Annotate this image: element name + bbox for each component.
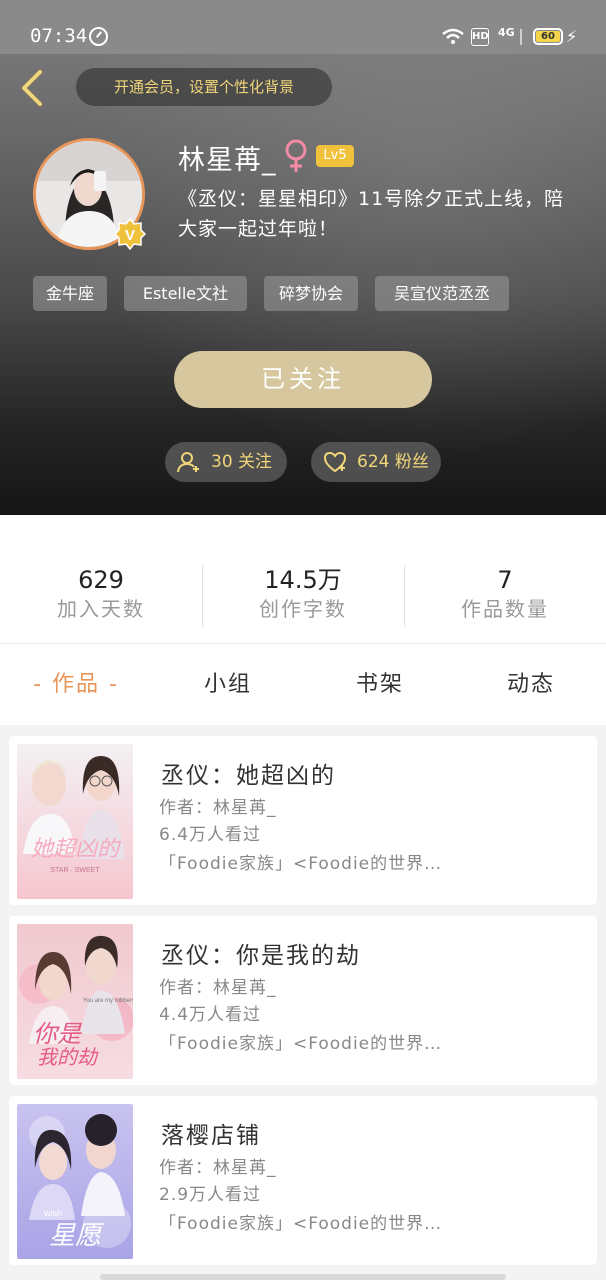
stat-label: 作品数量 (461, 597, 549, 621)
fans-button[interactable]: 624 粉丝 (311, 442, 441, 482)
user-bio: 《丞仪：星星相印》11号除夕正式上线，陪大家一起过年啦！ (178, 188, 565, 240)
book-views: 4.4万人看过 (159, 1005, 262, 1025)
stat-work-count: 7 作品数量 (404, 565, 606, 623)
status-bar: 07:34 HD 4G 60 ⚡ (0, 0, 606, 54)
book-group: 「Foodie家族」<Foodie的世界… (159, 1034, 443, 1054)
svg-text:你是: 你是 (33, 1020, 83, 1048)
stat-label: 加入天数 (57, 597, 145, 621)
wifi-icon (442, 28, 464, 44)
following-button[interactable]: 30 关注 (165, 442, 287, 482)
followed-button[interactable]: 已关注 (174, 351, 432, 408)
tab-works[interactable]: - 作品 - (0, 644, 152, 726)
book-item[interactable]: 星愿 wish 落樱店铺 作者：林星苒_ 2.9万人看过 「Foodie家族」<… (9, 1096, 597, 1265)
svg-text:wish: wish (43, 1208, 62, 1218)
back-icon[interactable] (18, 68, 48, 108)
book-views: 2.9万人看过 (159, 1185, 262, 1205)
tag-item[interactable]: 吴宣仪范丞丞 (375, 276, 509, 311)
book-group: 「Foodie家族」<Foodie的世界… (159, 1214, 443, 1234)
profile-tabs: - 作品 - 小组 书架 动态 (0, 643, 606, 725)
svg-text:You are my robbery: You are my robbery (83, 998, 133, 1004)
book-author: 作者：林星苒_ (159, 978, 277, 998)
tag-item[interactable]: 金牛座 (33, 276, 107, 311)
verified-v-icon: V (114, 218, 146, 250)
status-time: 07:34 (30, 25, 88, 47)
profile-header: 07:34 HD 4G 60 ⚡ 开通会员，设置个性化背景 V 林星苒_ Lv5… (0, 0, 606, 515)
book-title: 丞仪：她超凶的 (161, 763, 336, 789)
user-add-icon (177, 452, 199, 473)
book-item[interactable]: 她超凶的 STAR · SWEET 丞仪：她超凶的 作者：林星苒_ 6.4万人看… (9, 736, 597, 905)
tag-item[interactable]: Estelle文社 (124, 276, 247, 311)
book-title: 丞仪：你是我的劫 (161, 943, 361, 969)
book-cover[interactable]: 她超凶的 STAR · SWEET (17, 744, 133, 899)
hd-icon: HD (471, 28, 489, 46)
stat-word-count: 14.5万 创作字数 (202, 565, 404, 623)
stat-label: 创作字数 (259, 597, 347, 621)
heart-icon (323, 451, 347, 473)
battery-icon: 60 (533, 28, 563, 45)
level-badge: Lv5 (316, 145, 354, 167)
book-views: 6.4万人看过 (159, 825, 262, 845)
tab-activity[interactable]: 动态 (456, 644, 606, 726)
fans-count: 624 粉丝 (357, 452, 429, 472)
book-author: 作者：林星苒_ (159, 798, 277, 818)
stat-value: 629 (78, 566, 124, 594)
svg-text:星愿: 星愿 (49, 1221, 105, 1251)
book-cover[interactable]: 你是 我的劫 You are my robbery (17, 924, 133, 1079)
book-title: 落樱店铺 (161, 1123, 261, 1149)
vip-background-banner[interactable]: 开通会员，设置个性化背景 (76, 68, 332, 106)
svg-text:她超凶的: 她超凶的 (31, 837, 122, 862)
status-divider (520, 29, 522, 45)
book-cover[interactable]: 星愿 wish (17, 1104, 133, 1259)
signal-icon: 4G (498, 26, 515, 39)
username: 林星苒_ (178, 145, 277, 176)
home-indicator[interactable] (100, 1274, 506, 1280)
clock-icon (89, 27, 108, 46)
stat-value: 14.5万 (264, 566, 342, 594)
book-author: 作者：林星苒_ (159, 1158, 277, 1178)
tag-item[interactable]: 碎梦协会 (264, 276, 358, 311)
stat-value: 7 (497, 566, 513, 594)
book-group: 「Foodie家族」<Foodie的世界… (159, 854, 443, 874)
tab-groups[interactable]: 小组 (152, 644, 304, 726)
stat-join-days: 629 加入天数 (0, 565, 202, 623)
svg-text:V: V (125, 227, 135, 244)
tab-bookshelf[interactable]: 书架 (304, 644, 456, 726)
charging-icon: ⚡ (566, 27, 578, 46)
following-count: 30 关注 (211, 452, 273, 472)
svg-text:STAR · SWEET: STAR · SWEET (50, 867, 100, 874)
book-item[interactable]: 你是 我的劫 You are my robbery 丞仪：你是我的劫 作者：林星… (9, 916, 597, 1085)
female-gender-icon (285, 139, 307, 172)
svg-text:我的劫: 我的劫 (37, 1045, 99, 1069)
user-stats: 629 加入天数 14.5万 创作字数 7 作品数量 (0, 515, 606, 643)
